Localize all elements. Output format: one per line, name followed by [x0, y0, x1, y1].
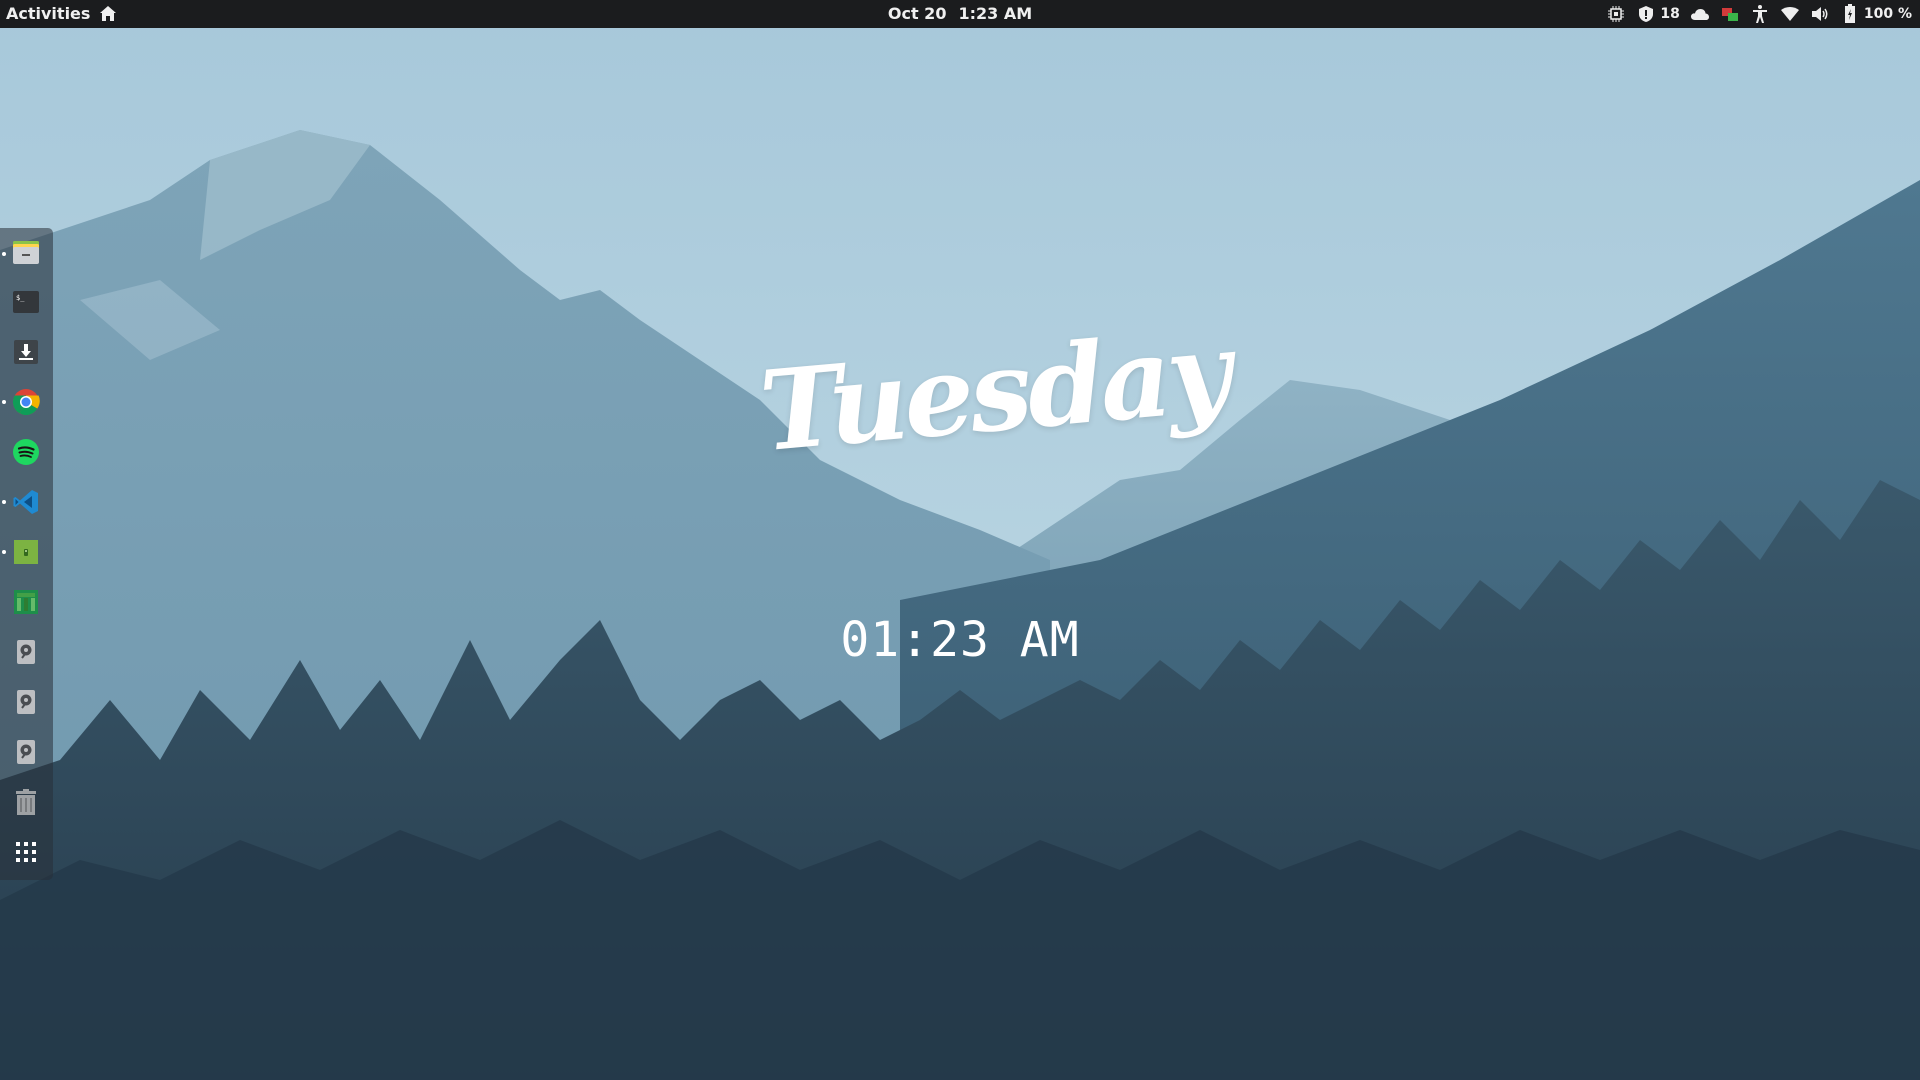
running-indicator [2, 400, 6, 404]
battery-icon [1840, 4, 1860, 24]
wallpaper [0, 0, 1920, 1080]
dock-item-spotify[interactable] [8, 434, 44, 470]
notification-indicator[interactable]: 18 [1636, 4, 1680, 24]
disk-drive-icon [17, 640, 35, 664]
top-panel: Activities Oct 20 1:23 AM 18 100 % [0, 0, 1920, 28]
dock: $_ [0, 228, 53, 880]
dock-item-terminal[interactable]: $_ [8, 284, 44, 320]
terminal-icon: $_ [13, 291, 39, 313]
clock-time[interactable]: 1:23 AM [958, 4, 1032, 23]
dock-item-drive-1[interactable] [8, 634, 44, 670]
svg-text:$_: $_ [16, 294, 25, 302]
dock-item-drive-3[interactable] [8, 734, 44, 770]
file-manager-icon [13, 241, 39, 264]
cloud-icon[interactable] [1690, 4, 1710, 24]
clock-date[interactable]: Oct 20 [888, 4, 947, 23]
spreadsheet-icon [14, 590, 38, 614]
running-indicator [2, 252, 6, 256]
app-grid-icon [16, 842, 36, 862]
dock-item-trash[interactable] [8, 784, 44, 820]
disk-drive-icon [17, 740, 35, 764]
home-icon[interactable] [98, 4, 118, 24]
spotify-icon [13, 439, 39, 465]
dock-item-android-studio[interactable] [8, 534, 44, 570]
activities-button[interactable]: Activities [6, 4, 90, 23]
wifi-icon[interactable] [1780, 4, 1800, 24]
dock-item-vscode[interactable] [8, 484, 44, 520]
desktop[interactable]: Activities Oct 20 1:23 AM 18 100 % $_ Tu… [0, 0, 1920, 1080]
system-tray: 18 100 % [1606, 2, 1912, 26]
trash-icon [16, 789, 36, 815]
cpu-monitor-icon[interactable] [1606, 4, 1626, 24]
security-icon [1636, 4, 1656, 24]
running-indicator [2, 550, 6, 554]
time-widget: 01:23 AM [840, 612, 1080, 668]
android-icon [14, 540, 38, 564]
vscode-icon [13, 490, 38, 514]
running-indicator [2, 500, 6, 504]
volume-icon[interactable] [1810, 4, 1830, 24]
network-transfer-icon[interactable] [1720, 4, 1740, 24]
dock-item-drive-2[interactable] [8, 684, 44, 720]
dock-item-office-sheet[interactable] [8, 584, 44, 620]
battery-label: 100 % [1863, 6, 1912, 22]
dock-item-downloads[interactable] [8, 334, 44, 370]
notification-count: 18 [1660, 6, 1680, 22]
download-icon [14, 340, 38, 364]
dock-item-files[interactable] [8, 234, 44, 270]
disk-drive-icon [17, 690, 35, 714]
show-applications-button[interactable] [8, 834, 44, 870]
battery-indicator[interactable]: 100 % [1840, 4, 1912, 24]
chrome-icon [12, 389, 40, 416]
dock-item-chrome[interactable] [8, 384, 44, 420]
accessibility-icon[interactable] [1750, 4, 1770, 24]
